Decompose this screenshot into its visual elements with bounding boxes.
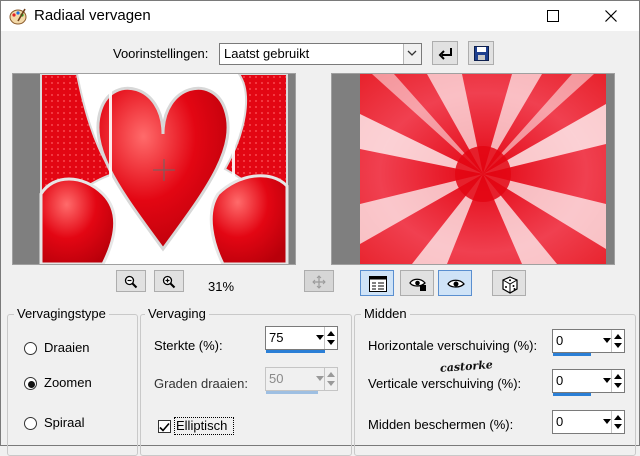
radio-draaien-label: Draaien: [44, 340, 90, 355]
pan-button[interactable]: [304, 270, 334, 292]
strength-label: Sterkte (%):: [154, 338, 223, 353]
blur-type-title: Vervagingstype: [14, 306, 109, 321]
check-icon: [159, 422, 170, 432]
maximize-button[interactable]: [530, 1, 576, 31]
strength-input[interactable]: 75: [265, 326, 338, 353]
h-offset-bar: [553, 353, 591, 356]
dice-icon: [502, 276, 518, 294]
elliptic-label: Elliptisch: [176, 418, 228, 433]
reset-button[interactable]: [432, 41, 458, 65]
zoom-out-button[interactable]: [116, 270, 146, 292]
eye-lock-icon: [409, 278, 426, 291]
h-offset-spinner[interactable]: [611, 330, 624, 352]
preview-window-icon: [369, 276, 387, 292]
blur-title: Vervaging: [145, 306, 209, 321]
h-offset-input[interactable]: 0: [552, 329, 625, 356]
preview-on-image-button[interactable]: [400, 270, 434, 296]
eye-icon: [447, 279, 465, 288]
toggle-preview-button[interactable]: [360, 270, 394, 296]
close-button[interactable]: [588, 1, 634, 31]
randomize-button[interactable]: [492, 270, 526, 296]
presets-value: Laatst gebruikt: [224, 46, 310, 61]
h-offset-value: 0: [556, 333, 564, 348]
move-icon: [312, 275, 326, 289]
reset-arrow-icon: [438, 48, 452, 60]
auto-proof-button[interactable]: [438, 270, 472, 296]
radio-spiraal-label: Spiraal: [44, 415, 85, 430]
presets-dropdown[interactable]: Laatst gebruikt: [219, 43, 422, 65]
radio-zoomen-label: Zoomen: [44, 375, 92, 390]
strength-value: 75: [269, 330, 284, 345]
rotate-spinner[interactable]: [324, 368, 337, 390]
v-offset-bar: [553, 393, 591, 396]
zoom-out-icon: [124, 275, 138, 289]
strength-bar: [266, 350, 325, 353]
zoom-level: 31%: [208, 279, 235, 294]
protect-spinner[interactable]: [611, 411, 624, 433]
zoom-in-button[interactable]: [154, 270, 184, 292]
rotate-value: 50: [269, 371, 284, 386]
presets-label: Voorinstellingen:: [113, 46, 209, 61]
protect-label: Midden beschermen (%):: [368, 417, 514, 432]
save-preset-button[interactable]: [468, 41, 494, 65]
v-offset-input[interactable]: 0: [552, 369, 625, 396]
v-offset-value: 0: [556, 373, 564, 388]
v-offset-label: Verticale verschuiving (%):: [368, 376, 522, 391]
rotate-label: Graden draaien:: [154, 376, 248, 391]
chevron-down-icon[interactable]: [403, 44, 421, 64]
center-title: Midden: [361, 306, 410, 321]
source-image: [39, 74, 289, 264]
rotate-input[interactable]: 50: [265, 367, 338, 394]
rotate-bar: [266, 391, 318, 394]
source-preview[interactable]: [12, 73, 296, 265]
protect-input[interactable]: 0: [552, 410, 625, 434]
zoom-in-icon: [162, 275, 176, 289]
result-preview[interactable]: [331, 73, 615, 265]
result-image: [360, 74, 606, 264]
title-bar: Radiaal vervagen: [1, 1, 639, 31]
h-offset-label: Horizontale verschuiving (%):: [368, 338, 538, 353]
palette-icon: [9, 7, 27, 25]
window-title: Radiaal vervagen: [34, 7, 151, 24]
protect-value: 0: [556, 414, 564, 429]
floppy-disk-icon: [474, 46, 489, 61]
v-offset-spinner[interactable]: [611, 370, 624, 392]
strength-spinner[interactable]: [324, 327, 337, 349]
